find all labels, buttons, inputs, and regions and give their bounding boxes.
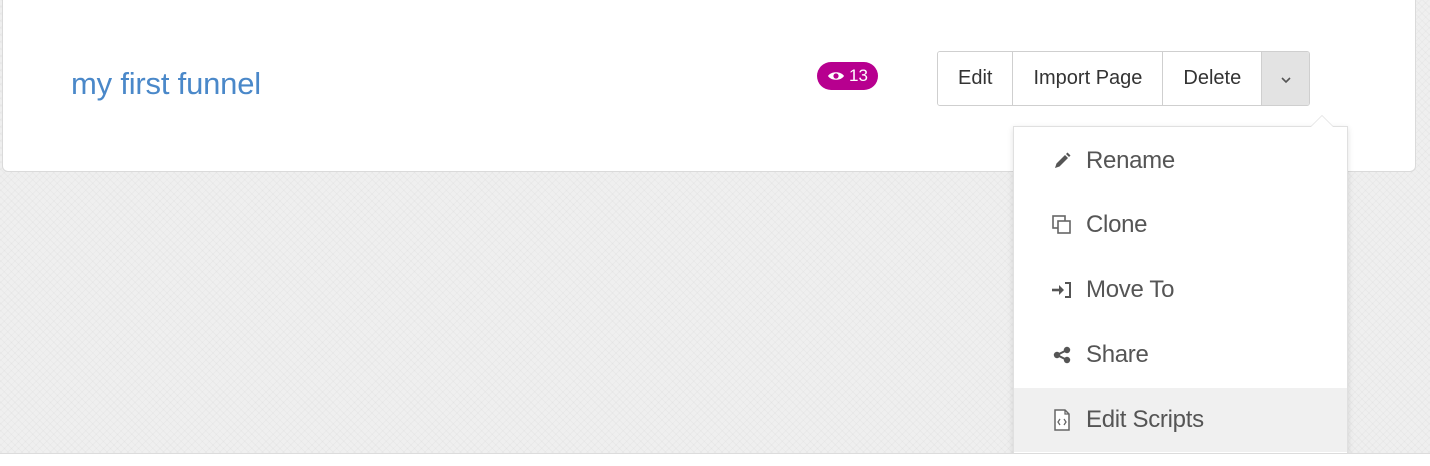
import-page-button[interactable]: Import Page [1013,52,1164,105]
eye-icon [827,70,845,82]
menu-item-label: Share [1086,341,1149,368]
views-count: 13 [849,66,868,85]
edit-button[interactable]: Edit [938,52,1014,105]
menu-item-rename[interactable]: Rename [1014,129,1347,193]
chevron-down-icon [1280,67,1292,90]
funnel-name-link[interactable]: my first funnel [71,66,261,102]
menu-item-edit-scripts[interactable]: Edit Scripts [1014,388,1347,452]
more-actions-menu: Rename Clone Move To Share Edit Scripts [1013,115,1348,457]
clone-icon [1048,213,1076,237]
menu-item-label: Edit Scripts [1086,406,1204,433]
menu-item-label: Clone [1086,211,1148,238]
script-file-icon [1048,408,1076,432]
move-to-icon [1048,278,1076,302]
menu-arrow [1311,116,1333,127]
delete-button[interactable]: Delete [1163,52,1263,105]
menu-item-label: Move To [1086,276,1175,303]
menu-item-move-to[interactable]: Move To [1014,258,1347,322]
views-badge: 13 [817,62,878,90]
menu-item-clone[interactable]: Clone [1014,193,1347,257]
menu-item-share[interactable]: Share [1014,323,1347,387]
menu-item-label: Rename [1086,147,1175,174]
funnel-actions-group: Edit Import Page Delete [937,51,1311,106]
pencil-icon [1048,149,1076,173]
bottom-bar [0,453,1430,466]
more-actions-toggle[interactable] [1262,52,1310,105]
share-icon [1048,343,1076,367]
